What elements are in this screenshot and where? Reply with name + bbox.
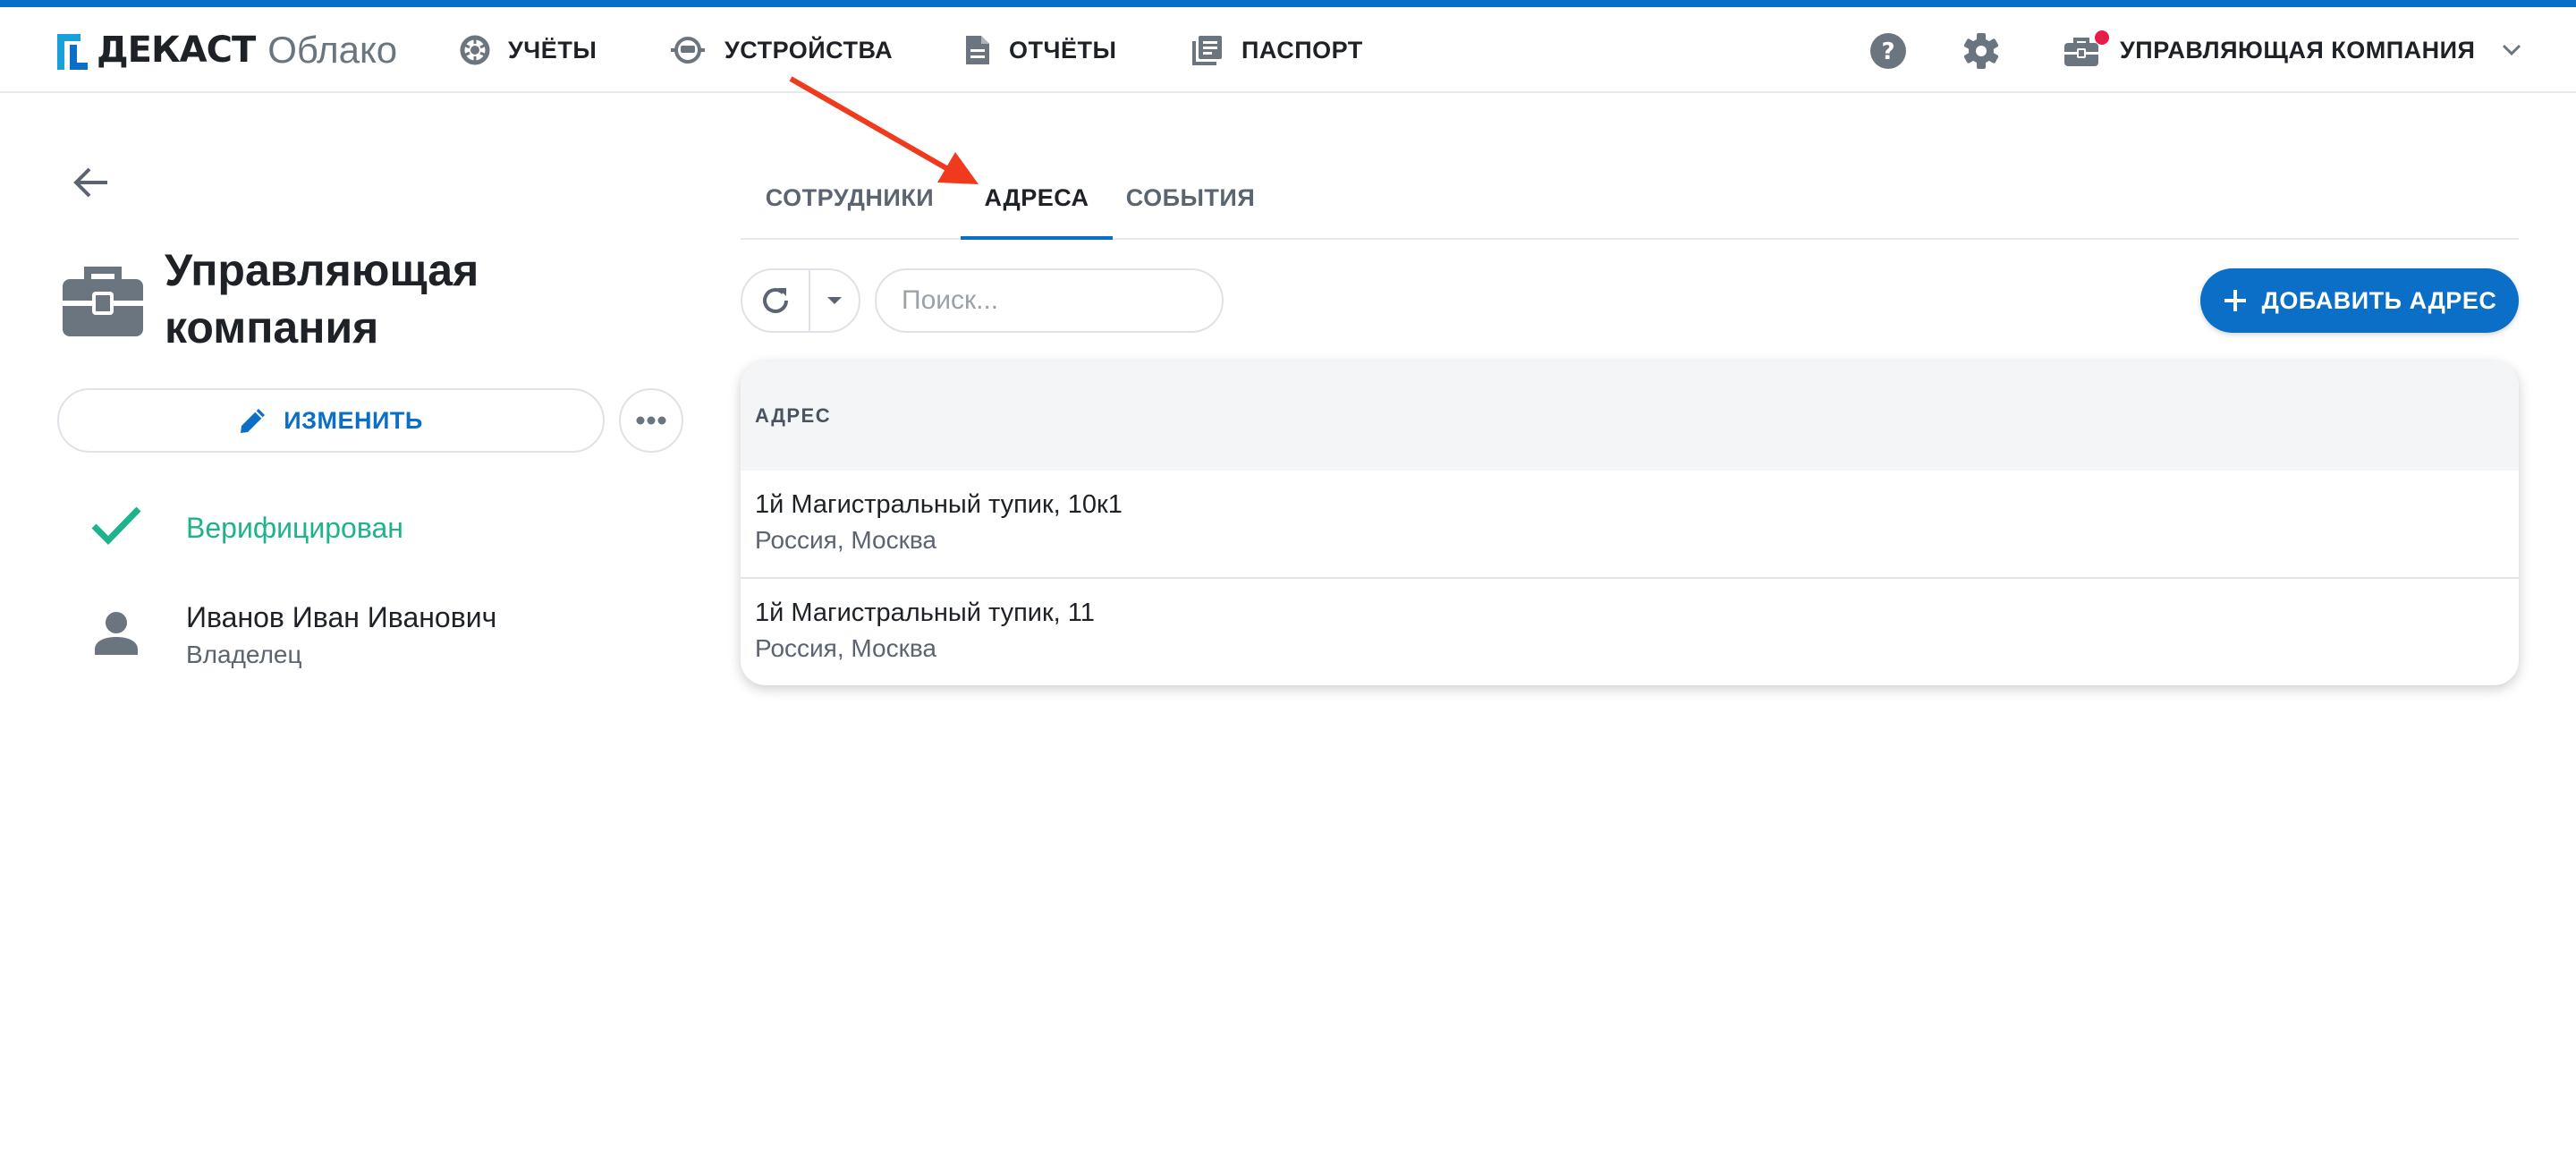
logo[interactable]: ДЕКАСТ Облако bbox=[57, 25, 397, 75]
help-icon[interactable]: ? bbox=[1869, 32, 1907, 70]
meter-icon bbox=[460, 35, 490, 65]
tab-bar: СОТРУДНИКИ АДРЕСА СОБЫТИЯ bbox=[741, 157, 2519, 240]
logo-subtitle: Облако bbox=[267, 29, 398, 71]
pencil-icon bbox=[241, 409, 266, 433]
address-line: 1й Магистральный тупик, 11 bbox=[755, 598, 1095, 627]
device-icon bbox=[671, 37, 705, 64]
nav-item-meters[interactable]: УЧЁТЫ bbox=[460, 25, 597, 75]
refresh-icon bbox=[763, 288, 788, 313]
table-row[interactable]: 1й Магистральный тупик, 11 Россия, Москв… bbox=[741, 577, 2519, 683]
chevron-down-icon bbox=[2503, 44, 2521, 56]
company-menu-label: УПРАВЛЯЮЩАЯ КОМПАНИЯ bbox=[2120, 36, 2476, 64]
verified-status: Верифицирован bbox=[186, 512, 403, 544]
more-options-button[interactable] bbox=[619, 388, 683, 453]
passport-icon bbox=[1192, 36, 1222, 65]
refresh-button[interactable] bbox=[742, 270, 810, 331]
active-tab-indicator bbox=[961, 236, 1113, 240]
addresses-table: АДРЕС 1й Магистральный тупик, 10к1 Росси… bbox=[741, 361, 2519, 685]
svg-text:?: ? bbox=[1881, 38, 1894, 65]
tab-label: СОТРУДНИКИ bbox=[765, 183, 935, 211]
plus-icon bbox=[2224, 290, 2246, 311]
company-menu[interactable]: УПРАВЛЯЮЩАЯ КОМПАНИЯ bbox=[2064, 25, 2521, 75]
tab-events[interactable]: СОБЫТИЯ bbox=[1113, 157, 1268, 238]
column-header-address[interactable]: АДРЕС bbox=[741, 361, 2519, 471]
address-line: 1й Магистральный тупик, 10к1 bbox=[755, 490, 1123, 519]
person-icon bbox=[95, 612, 138, 655]
address-region: Россия, Москва bbox=[755, 634, 936, 662]
owner-name: Иванов Иван Иванович bbox=[186, 601, 497, 633]
nav-label: УСТРОЙСТВА bbox=[724, 36, 894, 64]
company-title: Управляющая компания bbox=[165, 245, 479, 352]
back-arrow-icon[interactable] bbox=[72, 166, 109, 199]
refresh-button-group bbox=[741, 268, 860, 333]
caret-down-icon bbox=[827, 297, 842, 304]
refresh-options-dropdown[interactable] bbox=[810, 270, 859, 331]
add-address-button[interactable]: ДОБАВИТЬ АДРЕС bbox=[2200, 268, 2519, 333]
edit-button-label: ИЗМЕНИТЬ bbox=[284, 406, 423, 434]
nav-item-devices[interactable]: УСТРОЙСТВА bbox=[669, 25, 893, 75]
document-icon bbox=[966, 36, 989, 64]
logo-brand: ДЕКАСТ bbox=[97, 30, 256, 71]
search-input[interactable] bbox=[875, 268, 1224, 333]
edit-button[interactable]: ИЗМЕНИТЬ bbox=[57, 388, 605, 453]
nav-label: ПАСПОРТ bbox=[1241, 36, 1363, 64]
top-accent-bar bbox=[0, 0, 2576, 7]
table-row[interactable]: 1й Магистральный тупик, 10к1 Россия, Мос… bbox=[741, 471, 2519, 577]
notification-dot bbox=[2095, 30, 2109, 45]
top-header: ДЕКАСТ Облако УЧЁТЫ УСТРОЙСТВА ОТЧЁТЫ ПА… bbox=[0, 7, 2576, 93]
logo-mark-icon bbox=[57, 29, 88, 72]
owner-role: Владелец bbox=[186, 641, 302, 668]
nav-item-passport[interactable]: ПАСПОРТ bbox=[1191, 25, 1363, 75]
tab-label: СОБЫТИЯ bbox=[1125, 183, 1256, 211]
tab-addresses[interactable]: АДРЕСА bbox=[961, 157, 1113, 240]
address-region: Россия, Москва bbox=[755, 526, 936, 554]
add-address-label: ДОБАВИТЬ АДРЕС bbox=[2261, 286, 2497, 314]
nav-label: УЧЁТЫ bbox=[508, 36, 597, 64]
tab-label: АДРЕСА bbox=[984, 183, 1089, 211]
nav-item-reports[interactable]: ОТЧЁТЫ bbox=[964, 25, 1116, 75]
company-briefcase-icon bbox=[63, 267, 143, 336]
settings-gear-icon[interactable] bbox=[1962, 32, 2000, 70]
nav-label: ОТЧЁТЫ bbox=[1009, 36, 1117, 64]
more-horizontal-icon bbox=[636, 416, 666, 425]
briefcase-icon bbox=[2064, 38, 2098, 66]
checkmark-icon bbox=[91, 506, 141, 545]
tab-employees[interactable]: СОТРУДНИКИ bbox=[741, 157, 959, 238]
